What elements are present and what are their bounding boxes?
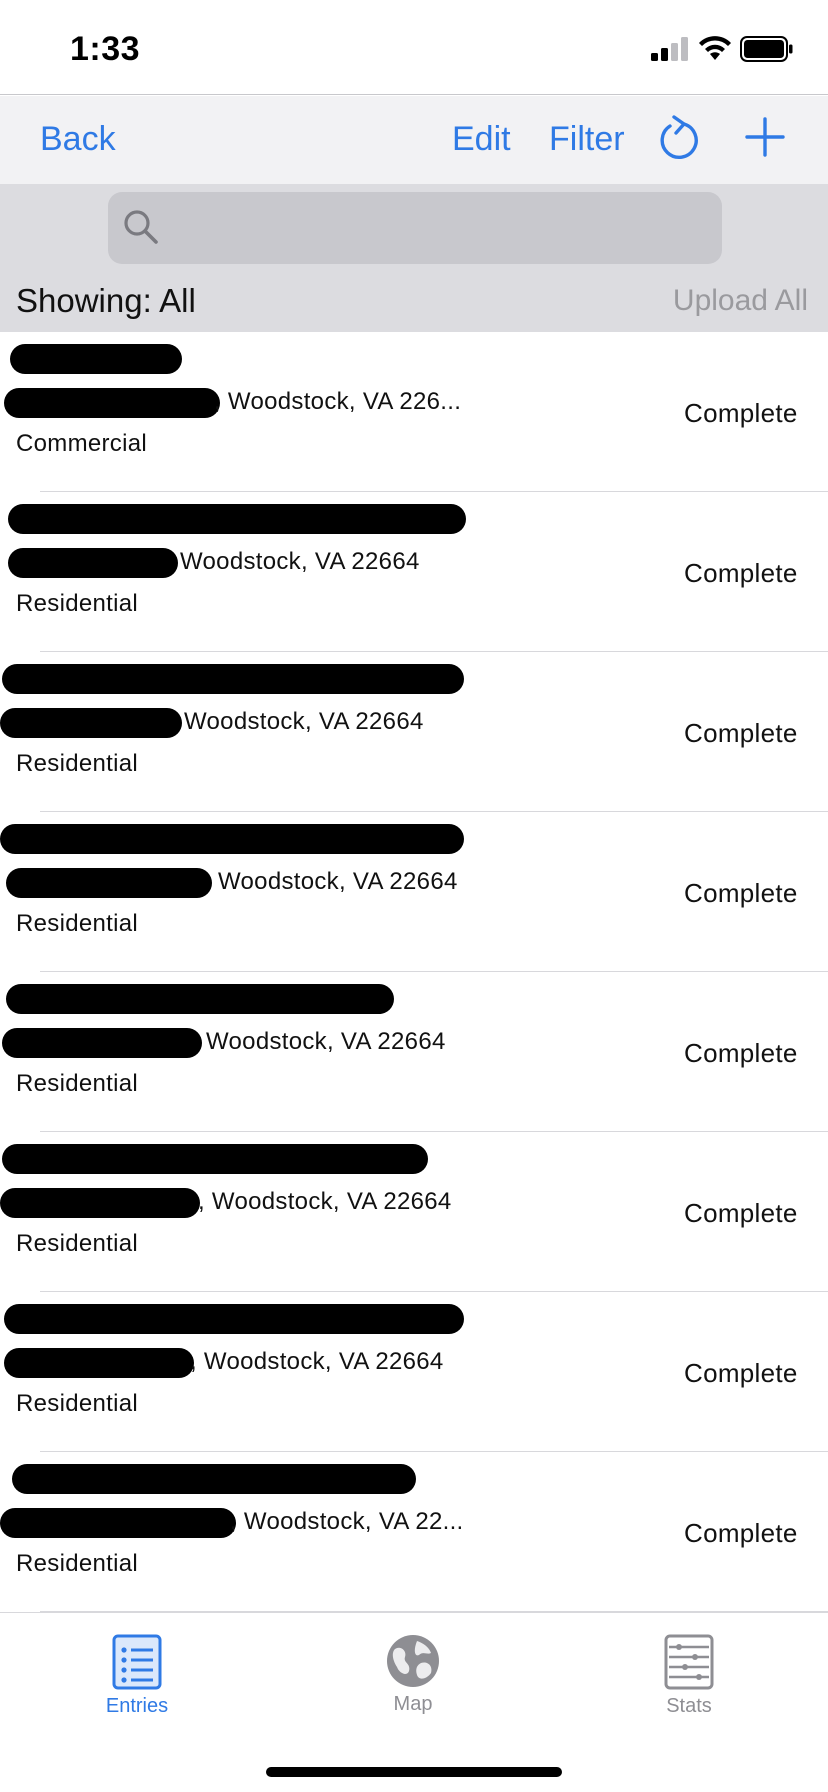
redacted-name [0, 824, 464, 854]
redacted-name [4, 1304, 464, 1334]
tab-map-label: Map [393, 1693, 433, 1715]
redacted-address [4, 388, 220, 418]
redacted-name [10, 344, 182, 374]
entry-city: Woodstock, VA 22664 [206, 1028, 446, 1055]
list-item[interactable]: , Woodstock, VA 22... Residential Comple… [0, 1452, 828, 1612]
list-item[interactable]: , Woodstock, VA 226... Commercial Comple… [0, 332, 828, 492]
tab-entries-label: Entries [105, 1695, 169, 1717]
entries-list: , Woodstock, VA 226... Commercial Comple… [0, 332, 828, 1612]
tab-stats-label: Stats [666, 1695, 712, 1717]
edit-button[interactable]: Edit [452, 120, 511, 159]
battery-icon [740, 36, 793, 62]
entry-status: Complete [684, 398, 798, 428]
search-header: Showing: All Upload All [0, 184, 828, 332]
showing-filter-label: Showing: All [16, 282, 196, 319]
redacted-name [8, 504, 466, 534]
entry-status: Complete [684, 1198, 798, 1228]
entry-type: Residential [16, 750, 139, 777]
search-input[interactable] [168, 192, 708, 264]
redacted-address [0, 708, 182, 738]
entry-type: Residential [16, 910, 139, 937]
tab-entries[interactable]: Entries [77, 1633, 197, 1718]
redacted-name [2, 664, 464, 694]
search-field[interactable] [108, 192, 722, 264]
entry-city: Woodstock, VA 22664 [180, 548, 420, 575]
redacted-name [12, 1464, 416, 1494]
list-item[interactable]: Woodstock, VA 22664 Residential Complete [0, 972, 828, 1132]
redacted-address [8, 548, 178, 578]
entry-status: Complete [684, 558, 798, 588]
tab-stats[interactable]: Stats [629, 1633, 749, 1718]
entry-city: Woodstock, VA 22664 [218, 868, 458, 895]
stats-icon [664, 1634, 714, 1690]
entry-type: Residential [16, 590, 139, 617]
entry-status: Complete [684, 1038, 798, 1068]
entry-type: Residential [16, 1390, 139, 1417]
entry-type: Commercial [16, 430, 148, 457]
redacted-address [0, 1188, 200, 1218]
tab-map[interactable]: Map [353, 1633, 473, 1716]
entry-city: , Woodstock, VA 22664 [198, 1188, 452, 1215]
entry-status: Complete [684, 718, 798, 748]
list-icon [112, 1634, 162, 1690]
redacted-name [2, 1144, 428, 1174]
add-entry-button[interactable] [744, 116, 786, 158]
entry-city: Woodstock, VA 22664 [184, 708, 424, 735]
home-indicator [266, 1767, 562, 1777]
cellular-signal-icon [651, 37, 691, 61]
entry-status: Complete [684, 1358, 798, 1388]
wifi-icon [699, 36, 731, 60]
list-item[interactable]: , Woodstock, VA 22664 Residential Comple… [0, 1292, 828, 1452]
list-item[interactable]: Woodstock, VA 22664 Residential Complete [0, 652, 828, 812]
upload-all-button[interactable]: Upload All [673, 284, 808, 318]
entry-status: Complete [684, 878, 798, 908]
entry-city: , Woodstock, VA 226... [214, 388, 462, 415]
navigation-bar: Back Edit Filter [0, 96, 828, 184]
entry-status: Complete [684, 1518, 798, 1548]
redacted-address [6, 868, 212, 898]
status-bar: 1:33 [0, 0, 828, 95]
tab-bar: Entries Map Stats [0, 1612, 828, 1792]
globe-icon [387, 1635, 439, 1687]
redacted-address [2, 1028, 202, 1058]
redacted-address [4, 1348, 194, 1378]
list-item[interactable]: Woodstock, VA 22664 Residential Complete [0, 812, 828, 972]
search-icon [124, 210, 158, 244]
entry-type: Residential [16, 1230, 139, 1257]
entry-type: Residential [16, 1070, 139, 1097]
back-button[interactable]: Back [40, 120, 116, 159]
entry-city: , Woodstock, VA 22... [230, 1508, 464, 1535]
entry-type: Residential [16, 1550, 139, 1577]
list-item[interactable]: Woodstock, VA 22664 Residential Complete [0, 492, 828, 652]
redacted-name [6, 984, 394, 1014]
filter-button[interactable]: Filter [549, 120, 625, 159]
status-time: 1:33 [70, 30, 141, 68]
refresh-icon[interactable] [656, 114, 702, 164]
list-item[interactable]: , Woodstock, VA 22664 Residential Comple… [0, 1132, 828, 1292]
redacted-address [0, 1508, 236, 1538]
entry-city: , Woodstock, VA 22664 [190, 1348, 444, 1375]
